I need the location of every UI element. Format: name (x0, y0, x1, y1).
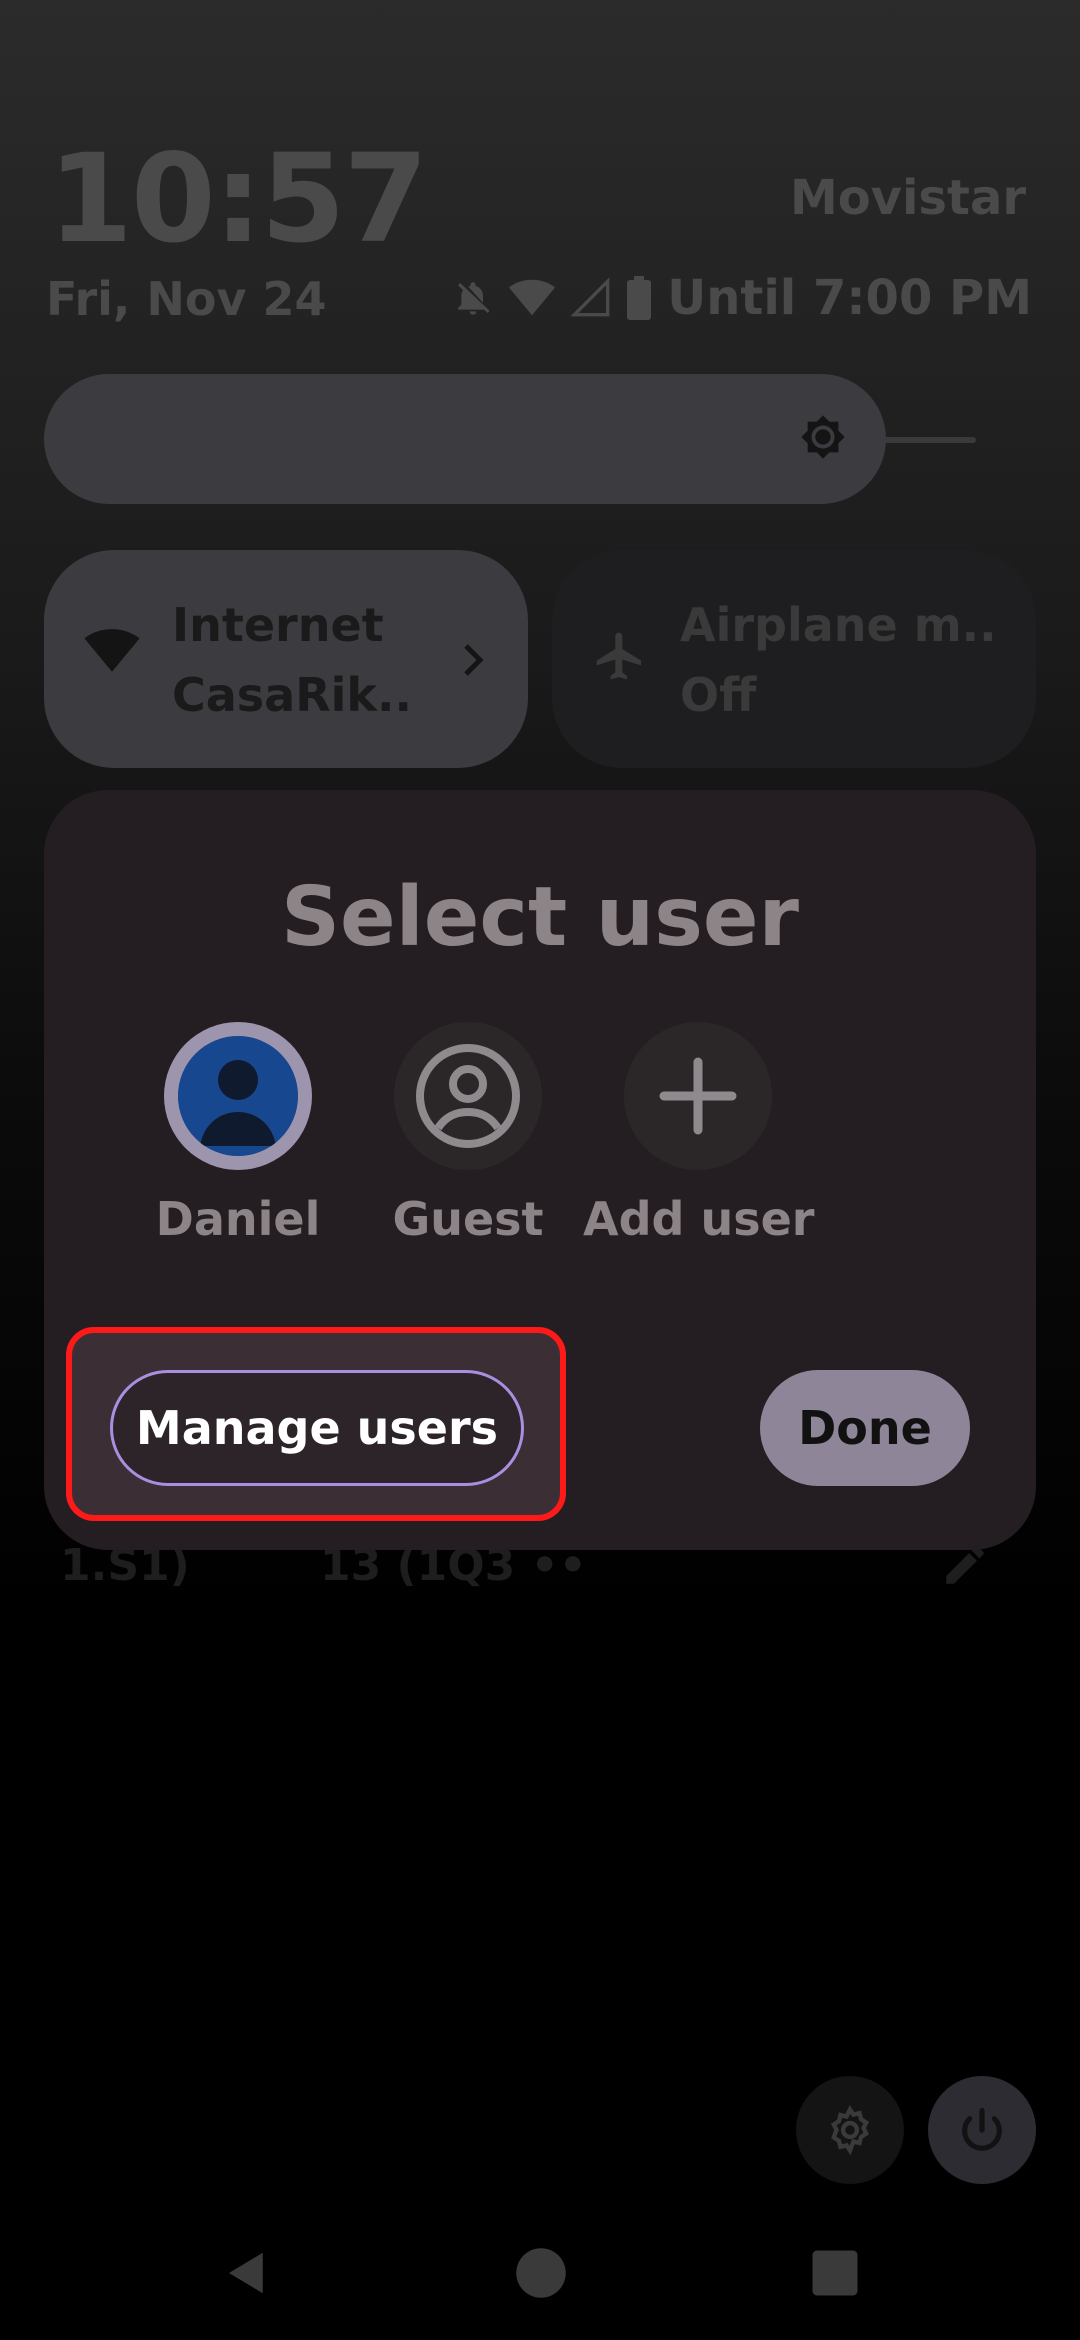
clock: 10:57 (48, 128, 428, 270)
home-icon[interactable] (514, 2246, 568, 2300)
bell-off-icon (458, 282, 490, 315)
status-icons: Until 7:00 PM (453, 270, 1032, 326)
airplane-title: Airplane m.. (680, 598, 997, 652)
user-daniel[interactable]: Daniel (123, 1022, 353, 1246)
internet-tile[interactable]: Internet CasaRik.. (44, 550, 528, 768)
power-button[interactable] (928, 2076, 1036, 2184)
done-button[interactable]: Done (760, 1370, 970, 1486)
user-label: Guest (392, 1192, 544, 1246)
brightness-slider[interactable] (44, 374, 886, 504)
brightness-track (880, 437, 976, 443)
internet-subtitle: CasaRik.. (172, 668, 412, 722)
date: Fri, Nov 24 (46, 272, 327, 326)
person-icon (178, 1036, 298, 1156)
internet-title: Internet (172, 598, 384, 652)
plus-icon (659, 1057, 737, 1135)
carrier-name: Movistar (789, 170, 1026, 226)
user-label: Daniel (155, 1192, 321, 1246)
wifi-icon (509, 279, 556, 316)
battery-icon (627, 276, 652, 320)
dialog-title: Select user (281, 870, 799, 965)
airplane-icon (596, 632, 641, 680)
manage-users-button[interactable]: Manage users (110, 1370, 524, 1486)
power-icon (962, 2107, 1002, 2151)
airplane-mode-tile[interactable]: Airplane m.. Off (552, 550, 1036, 768)
avatar (394, 1022, 542, 1170)
settings-button[interactable] (796, 2076, 904, 2184)
brightness-icon (801, 415, 845, 459)
add-user-button[interactable]: Add user (583, 1022, 815, 1246)
wifi-icon (84, 629, 140, 672)
back-icon[interactable] (220, 2246, 274, 2300)
chevron-right-icon (464, 644, 484, 676)
recents-icon[interactable] (808, 2246, 862, 2300)
cell-signal-icon (571, 277, 610, 317)
user-guest[interactable]: Guest (353, 1022, 583, 1246)
guest-icon (416, 1044, 520, 1148)
alarm-until-text: Until 7:00 PM (667, 270, 1032, 326)
avatar (624, 1022, 772, 1170)
airplane-subtitle: Off (680, 668, 757, 722)
gear-icon (830, 2105, 870, 2156)
user-label: Add user (583, 1192, 815, 1246)
avatar (164, 1022, 312, 1170)
